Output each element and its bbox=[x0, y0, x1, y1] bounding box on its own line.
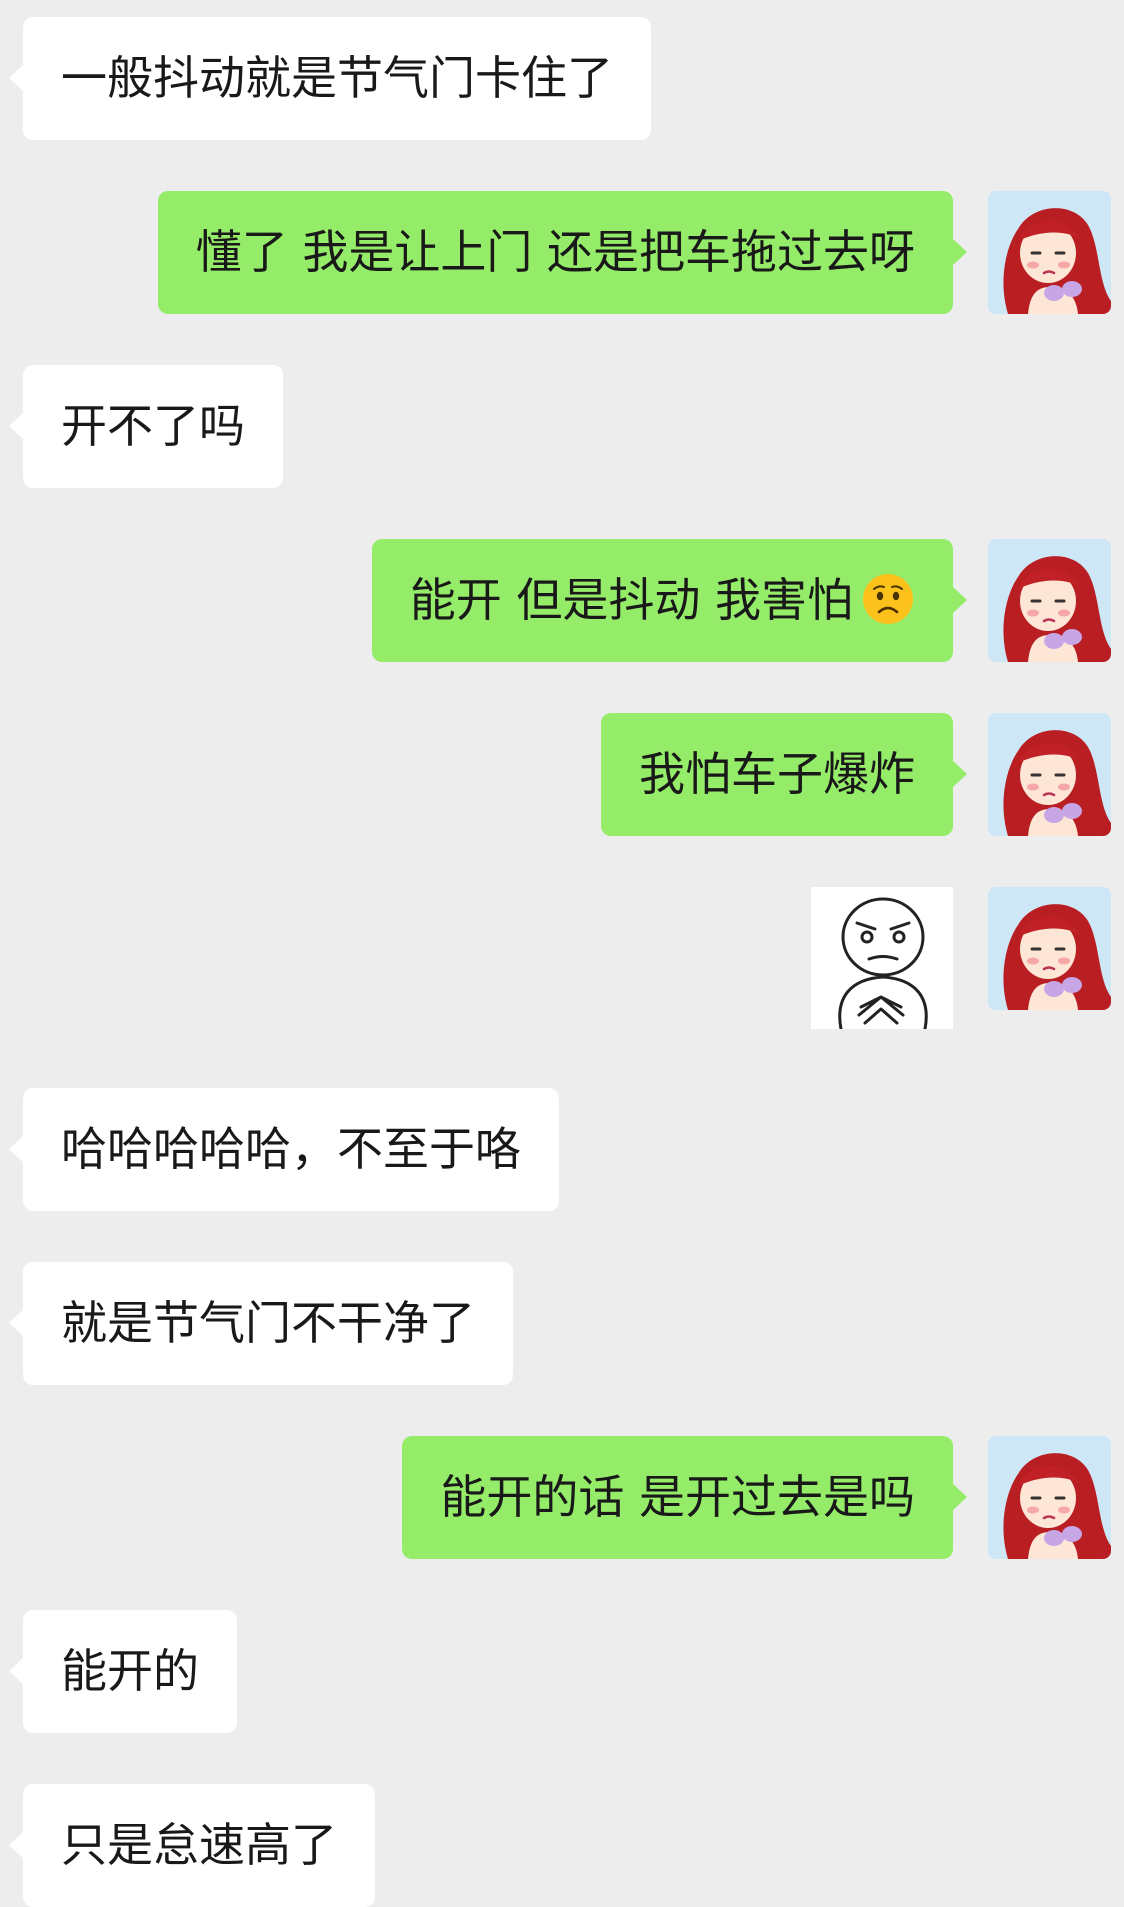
message-bubble-incoming[interactable]: 只是怠速高了 bbox=[9, 1784, 375, 1907]
cartoon-girl-red-hair-avatar bbox=[988, 713, 1111, 836]
cartoon-girl-red-hair-avatar bbox=[988, 1436, 1111, 1559]
user-avatar[interactable] bbox=[988, 887, 1111, 1010]
worried-face-emoji-icon bbox=[861, 549, 915, 624]
sticker-message[interactable] bbox=[811, 887, 953, 1029]
message-row-incoming: 就是节气门不干净了 bbox=[0, 1262, 1124, 1385]
message-bubble-incoming[interactable]: 一般抖动就是节气门卡住了 bbox=[9, 17, 651, 140]
message-row-outgoing: 懂了 我是让上门 还是把车拖过去呀 bbox=[0, 191, 1124, 314]
cartoon-girl-red-hair-avatar bbox=[988, 191, 1111, 314]
message-row-incoming: 只是怠速高了 bbox=[0, 1784, 1124, 1907]
message-bubble-outgoing[interactable]: 我怕车子爆炸 bbox=[601, 713, 967, 836]
chat-message-list[interactable]: 一般抖动就是节气门卡住了 懂了 我是让上门 还是把车拖过去呀 开不了吗 能开 但… bbox=[0, 0, 1124, 1907]
user-avatar[interactable] bbox=[988, 1436, 1111, 1559]
message-bubble-outgoing[interactable]: 能开的话 是开过去是吗 bbox=[402, 1436, 967, 1559]
cartoon-girl-red-hair-avatar bbox=[988, 539, 1111, 662]
message-text: 能开 但是抖动 我害怕 bbox=[409, 573, 853, 627]
message-bubble-incoming[interactable]: 就是节气门不干净了 bbox=[9, 1262, 513, 1385]
message-row-incoming: 哈哈哈哈哈，不至于咯 bbox=[0, 1088, 1124, 1211]
message-bubble-incoming[interactable]: 哈哈哈哈哈，不至于咯 bbox=[9, 1088, 559, 1211]
cartoon-girl-red-hair-avatar bbox=[988, 887, 1111, 1010]
message-row-incoming: 一般抖动就是节气门卡住了 bbox=[0, 17, 1124, 140]
user-avatar[interactable] bbox=[988, 191, 1111, 314]
message-row-incoming: 能开的 bbox=[0, 1610, 1124, 1733]
user-avatar[interactable] bbox=[988, 539, 1111, 662]
message-bubble-outgoing[interactable]: 能开 但是抖动 我害怕 bbox=[371, 539, 968, 662]
message-row-outgoing: 我怕车子爆炸 bbox=[0, 713, 1124, 836]
message-row-outgoing: 能开的话 是开过去是吗 bbox=[0, 1436, 1124, 1559]
message-row-outgoing: 能开 但是抖动 我害怕 bbox=[0, 539, 1124, 662]
message-row-outgoing bbox=[0, 887, 1124, 1029]
message-bubble-outgoing[interactable]: 懂了 我是让上门 还是把车拖过去呀 bbox=[157, 191, 968, 314]
message-bubble-incoming[interactable]: 开不了吗 bbox=[9, 365, 283, 488]
user-avatar[interactable] bbox=[988, 713, 1111, 836]
message-row-incoming: 开不了吗 bbox=[0, 365, 1124, 488]
message-bubble-incoming[interactable]: 能开的 bbox=[9, 1610, 237, 1733]
meme-face-fingers-steepled-sticker-icon bbox=[811, 887, 953, 1029]
